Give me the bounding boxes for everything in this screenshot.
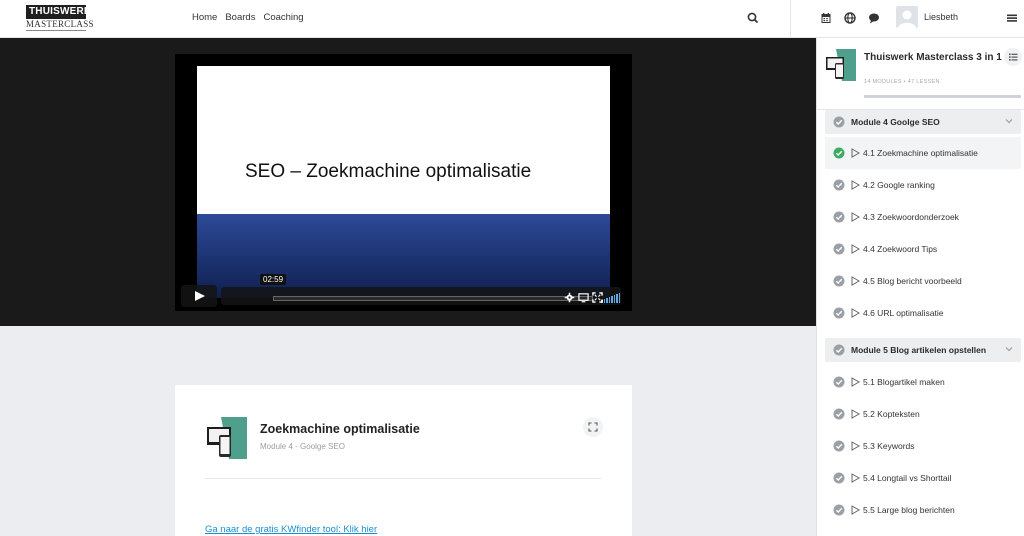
module-check-icon bbox=[833, 344, 845, 356]
hamburger-menu-icon[interactable] bbox=[1005, 11, 1019, 25]
check-icon bbox=[833, 243, 845, 255]
lesson-item-4-5[interactable]: 4.5 Blog bericht voorbeeld bbox=[825, 265, 1021, 297]
lesson-label: 5.5 Large blog berichten bbox=[863, 505, 955, 515]
check-icon bbox=[833, 275, 845, 287]
video-slide: SEO – Zoekmachine optimalisatie bbox=[197, 66, 610, 298]
lesson-label: 5.4 Longtail vs Shorttail bbox=[863, 473, 952, 483]
lesson-title: Zoekmachine optimalisatie bbox=[260, 422, 420, 436]
course-thumbnail bbox=[826, 49, 856, 81]
lesson-item-5-1[interactable]: 5.1 Blogartikel maken bbox=[825, 366, 1021, 398]
check-icon bbox=[833, 408, 845, 420]
play-outline-icon bbox=[851, 441, 860, 451]
module-check-icon bbox=[833, 116, 845, 128]
lesson-item-4-1[interactable]: 4.1 Zoekmachine optimalisatie bbox=[825, 137, 1021, 169]
course-progress-bar bbox=[864, 95, 1021, 98]
check-icon bbox=[833, 307, 845, 319]
lesson-label: 4.2 Google ranking bbox=[863, 180, 935, 190]
play-outline-icon bbox=[851, 505, 860, 515]
lesson-label: 5.2 Kopteksten bbox=[863, 409, 920, 419]
play-outline-icon bbox=[851, 148, 860, 158]
kwfinder-link[interactable]: Ga naar de gratis KWfinder tool: Klik hi… bbox=[205, 524, 377, 535]
lesson-label: 4.1 Zoekmachine optimalisatie bbox=[863, 148, 978, 158]
lesson-item-5-5[interactable]: 5.5 Large blog berichten bbox=[825, 494, 1021, 526]
course-header: Thuiswerk Masterclass 3 in 1 14 MODULES … bbox=[817, 38, 1024, 106]
play-outline-icon bbox=[851, 212, 860, 222]
module-header-4[interactable]: Module 4 Goolge SEO bbox=[825, 110, 1021, 134]
play-outline-icon bbox=[851, 180, 860, 190]
calendar-icon[interactable] bbox=[819, 11, 833, 25]
slide-title: SEO – Zoekmachine optimalisatie bbox=[245, 161, 532, 182]
chevron-down-icon bbox=[1005, 119, 1013, 124]
complete-check-icon bbox=[833, 147, 845, 159]
video-player[interactable]: SEO – Zoekmachine optimalisatie 02:59 bbox=[175, 54, 632, 311]
chat-icon[interactable] bbox=[867, 11, 881, 25]
list-icon bbox=[1009, 53, 1018, 61]
avatar[interactable] bbox=[896, 6, 918, 28]
module-label: Module 4 Goolge SEO bbox=[851, 117, 940, 127]
lesson-label: 5.3 Keywords bbox=[863, 441, 915, 451]
fullscreen-icon[interactable] bbox=[592, 292, 603, 303]
lesson-item-4-6[interactable]: 4.6 URL optimalisatie bbox=[825, 297, 1021, 329]
check-icon bbox=[833, 504, 845, 516]
header-divider bbox=[790, 0, 791, 38]
lesson-item-4-3[interactable]: 4.3 Zoekwoordonderzoek bbox=[825, 201, 1021, 233]
site-logo[interactable]: THUISWERK MASTERCLASS bbox=[26, 5, 94, 31]
logo-text-bottom: MASTERCLASS bbox=[26, 19, 94, 31]
module-header-5[interactable]: Module 5 Blog artikelen opstellen bbox=[825, 338, 1021, 362]
lesson-item-4-2[interactable]: 4.2 Google ranking bbox=[825, 169, 1021, 201]
volume-icon[interactable] bbox=[601, 293, 620, 303]
lesson-card: Zoekmachine optimalisatie Module 4 - Goo… bbox=[175, 385, 632, 536]
expand-icon bbox=[588, 422, 598, 432]
course-sidebar: Thuiswerk Masterclass 3 in 1 14 MODULES … bbox=[816, 38, 1024, 536]
check-icon bbox=[833, 211, 845, 223]
lesson-item-5-4[interactable]: 5.4 Longtail vs Shorttail bbox=[825, 462, 1021, 494]
course-title[interactable]: Thuiswerk Masterclass 3 in 1 bbox=[864, 51, 1006, 64]
settings-gear-icon[interactable] bbox=[564, 292, 575, 303]
video-controls: 02:59 bbox=[181, 274, 626, 307]
lesson-item-5-3[interactable]: 5.3 Keywords bbox=[825, 430, 1021, 462]
check-icon bbox=[833, 472, 845, 484]
expand-button[interactable] bbox=[583, 417, 603, 437]
nav-boards[interactable]: Boards bbox=[225, 12, 255, 23]
user-name[interactable]: Liesbeth bbox=[924, 12, 958, 22]
main-nav: Home Boards Coaching bbox=[192, 12, 304, 23]
lesson-label: 4.6 URL optimalisatie bbox=[863, 308, 944, 318]
chevron-down-icon bbox=[1005, 347, 1013, 352]
play-outline-icon bbox=[851, 473, 860, 483]
lesson-item-4-4[interactable]: 4.4 Zoekwoord Tips bbox=[825, 233, 1021, 265]
search-icon[interactable] bbox=[746, 11, 760, 25]
card-divider bbox=[205, 478, 601, 479]
course-thumbnail bbox=[207, 417, 247, 459]
lesson-item-5-2[interactable]: 5.2 Kopteksten bbox=[825, 398, 1021, 430]
play-outline-icon bbox=[851, 308, 860, 318]
time-badge: 02:59 bbox=[260, 274, 287, 285]
video-progress-bar[interactable] bbox=[273, 296, 593, 301]
lesson-label: 4.4 Zoekwoord Tips bbox=[863, 244, 938, 254]
top-header: THUISWERK MASTERCLASS Home Boards Coachi… bbox=[0, 0, 1024, 38]
check-icon bbox=[833, 179, 845, 191]
play-outline-icon bbox=[851, 244, 860, 254]
lesson-label: 4.3 Zoekwoordonderzoek bbox=[863, 212, 959, 222]
globe-icon[interactable] bbox=[843, 11, 857, 25]
module-label: Module 5 Blog artikelen opstellen bbox=[851, 345, 987, 355]
control-bar: 02:59 bbox=[221, 274, 621, 305]
logo-text-top: THUISWERK bbox=[26, 5, 91, 19]
lesson-label: 5.1 Blogartikel maken bbox=[863, 377, 945, 387]
lesson-subtitle: Module 4 - Goolge SEO bbox=[260, 442, 345, 451]
nav-coaching[interactable]: Coaching bbox=[263, 12, 303, 23]
play-outline-icon bbox=[851, 276, 860, 286]
check-icon bbox=[833, 376, 845, 388]
play-outline-icon bbox=[851, 409, 860, 419]
nav-home[interactable]: Home bbox=[192, 12, 217, 23]
play-button[interactable] bbox=[181, 285, 217, 307]
picture-in-picture-icon[interactable] bbox=[578, 292, 589, 303]
lesson-label: 4.5 Blog bericht voorbeeld bbox=[863, 276, 962, 286]
play-outline-icon bbox=[851, 377, 860, 387]
check-icon bbox=[833, 440, 845, 452]
course-meta: 14 MODULES • 47 LESSEN bbox=[864, 79, 940, 85]
play-icon bbox=[195, 291, 205, 301]
video-stage: SEO – Zoekmachine optimalisatie 02:59 bbox=[0, 38, 816, 326]
toc-button[interactable] bbox=[1004, 48, 1022, 66]
